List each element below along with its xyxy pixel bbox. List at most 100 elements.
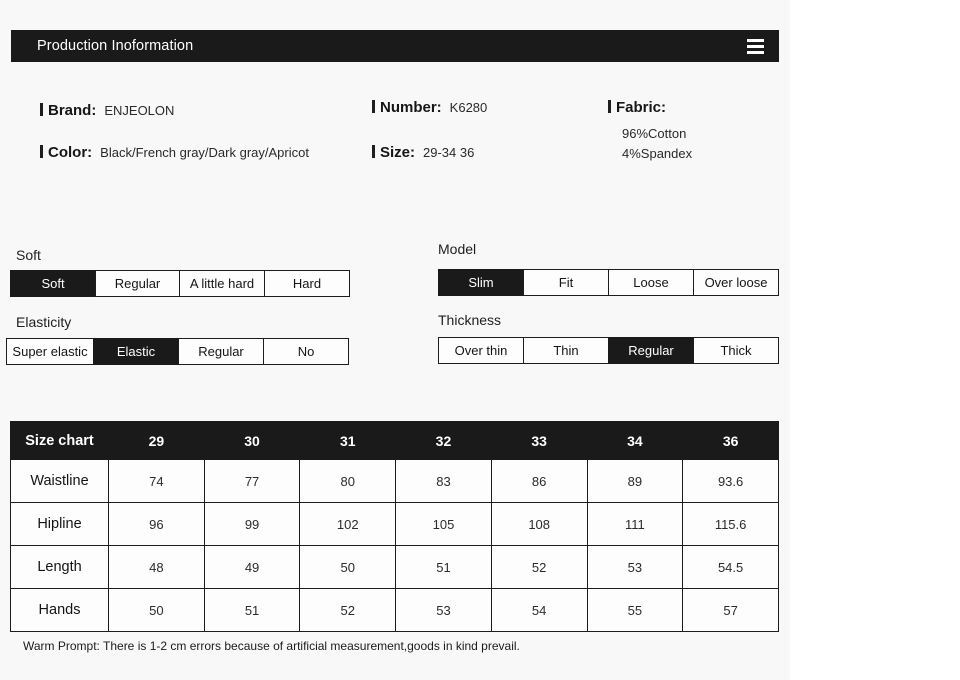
size-chart-col-header: 32 [395,421,492,460]
size-chart-table: Size chart 29 30 31 32 33 34 36 Waistline 74 77 8… [10,421,779,632]
option-model-slim[interactable]: Slim [438,269,524,296]
size-chart-col-header: 33 [490,421,588,460]
info-number: Number: K6280 [372,99,487,116]
info-color-value: Black/French gray/Dark gray/Apricot [100,145,309,160]
info-color: Color: Black/French gray/Dark gray/Apric… [40,144,309,161]
hamburger-line [746,38,764,42]
info-number-value: K6280 [449,100,488,115]
option-group-label-thickness: Thickness [438,312,502,328]
size-chart-cell: 55 [586,588,684,632]
info-fabric-value: 96%Cotton 4%Spandex [622,124,692,164]
bullet-bar-icon [372,145,375,158]
table-row: Hands 50 51 52 53 54 55 57 [10,588,779,632]
size-chart-cell: 50 [299,545,397,589]
size-chart-row-label: Length [10,545,109,589]
option-elasticity-elastic[interactable]: Elastic [93,338,179,365]
size-chart-cell: 77 [203,459,301,503]
size-chart-cell: 89 [586,459,684,503]
size-chart-cell: 115.6 [682,502,779,546]
size-chart-cell: 54.5 [682,545,779,589]
fabric-composition-line-2: 4%Spandex [622,146,693,161]
size-chart-row-label: Waistline [10,459,109,503]
option-elasticity-no[interactable]: No [263,338,349,365]
size-chart-cell: 111 [586,502,684,546]
page-header: Production Inoformation [11,30,779,62]
info-size: Size: 29-34 36 [372,144,474,161]
info-brand: Brand: ENJEOLON [40,102,174,119]
size-chart-corner-label: Size chart [10,421,109,460]
size-chart-cell: 51 [395,545,492,589]
option-elasticity-regular[interactable]: Regular [178,338,264,365]
size-chart-cell: 49 [203,545,301,589]
table-row: Waistline 74 77 80 83 86 89 93.6 [10,459,779,503]
product-info-block: Brand: ENJEOLON Color: Black/French gray… [0,96,790,206]
option-soft-hard[interactable]: Hard [264,270,350,297]
info-color-label: Color: [48,144,93,161]
option-soft-a-little-hard[interactable]: A little hard [179,270,265,297]
size-chart-cell: 108 [490,502,588,546]
size-chart-col-header: 30 [203,421,301,460]
size-chart-cell: 51 [203,588,301,632]
page-title: Production Inoformation [37,38,194,54]
size-chart-header-row: Size chart 29 30 31 32 33 34 36 [10,421,779,460]
size-chart-col-header: 34 [586,421,684,460]
bullet-bar-icon [608,100,611,113]
size-chart-cell: 54 [490,588,588,632]
size-chart-col-header: 31 [299,421,397,460]
hamburger-line [746,50,764,54]
option-thickness-over-thin[interactable]: Over thin [438,337,524,364]
option-model-loose[interactable]: Loose [608,269,694,296]
option-soft-soft[interactable]: Soft [10,270,96,297]
size-chart-cell: 102 [299,502,397,546]
option-row-model: Slim Fit Loose Over loose [438,269,779,296]
size-chart-head: Size chart 29 30 31 32 33 34 36 [10,421,779,460]
option-row-thickness: Over thin Thin Regular Thick [438,337,779,364]
option-soft-regular[interactable]: Regular [95,270,180,297]
option-row-soft: Soft Regular A little hard Hard [10,270,350,297]
option-thickness-thick[interactable]: Thick [693,337,779,364]
table-row: Hipline 96 99 102 105 108 111 115.6 [10,502,779,546]
size-chart-cell: 99 [203,502,301,546]
fabric-composition-line-1: 96%Cotton [622,126,687,141]
bullet-bar-icon [40,145,43,158]
option-elasticity-super-elastic[interactable]: Super elastic [6,338,94,365]
info-number-label: Number: [380,99,442,116]
size-chart-body: Waistline 74 77 80 83 86 89 93.6 Hipline 96 99 102 1… [10,459,779,632]
option-thickness-regular[interactable]: Regular [608,337,694,364]
hamburger-menu-icon[interactable] [741,30,779,62]
bullet-bar-icon [40,103,43,116]
option-group-label-model: Model [438,241,477,257]
size-chart-row-label: Hipline [10,502,109,546]
size-chart-cell: 53 [586,545,684,589]
size-chart-cell: 80 [299,459,397,503]
info-brand-label: Brand: [48,102,97,119]
option-group-label-elasticity: Elasticity [16,314,72,330]
size-chart-cell: 96 [108,502,205,546]
warm-prompt: Warm Prompt: There is 1-2 cm errors beca… [23,639,520,653]
size-chart-cell: 83 [395,459,492,503]
info-size-value: 29-34 36 [423,145,475,160]
bullet-bar-icon [372,100,375,113]
size-chart-cell: 93.6 [682,459,779,503]
size-chart-cell: 53 [395,588,492,632]
info-fabric-label: Fabric: [616,99,667,116]
option-row-elasticity: Super elastic Elastic Regular No [6,338,349,365]
info-brand-value: ENJEOLON [104,103,175,118]
option-group-label-soft: Soft [16,247,41,263]
option-thickness-thin[interactable]: Thin [523,337,609,364]
table-row: Length 48 49 50 51 52 53 54.5 [10,545,779,589]
option-model-over-loose[interactable]: Over loose [693,269,779,296]
size-chart-cell: 74 [108,459,205,503]
hamburger-line [746,44,764,48]
size-chart-cell: 86 [490,459,588,503]
product-info-page: Production Inoformation Brand: ENJEOLON … [0,0,790,680]
size-chart-cell: 57 [682,588,779,632]
size-chart-row-label: Hands [10,588,109,632]
size-chart-cell: 52 [299,588,397,632]
info-fabric: Fabric: [608,99,666,116]
size-chart-col-header: 29 [108,421,205,460]
size-chart-col-header: 36 [682,421,779,460]
size-chart-cell: 52 [490,545,588,589]
option-model-fit[interactable]: Fit [523,269,609,296]
size-chart-cell: 48 [108,545,205,589]
